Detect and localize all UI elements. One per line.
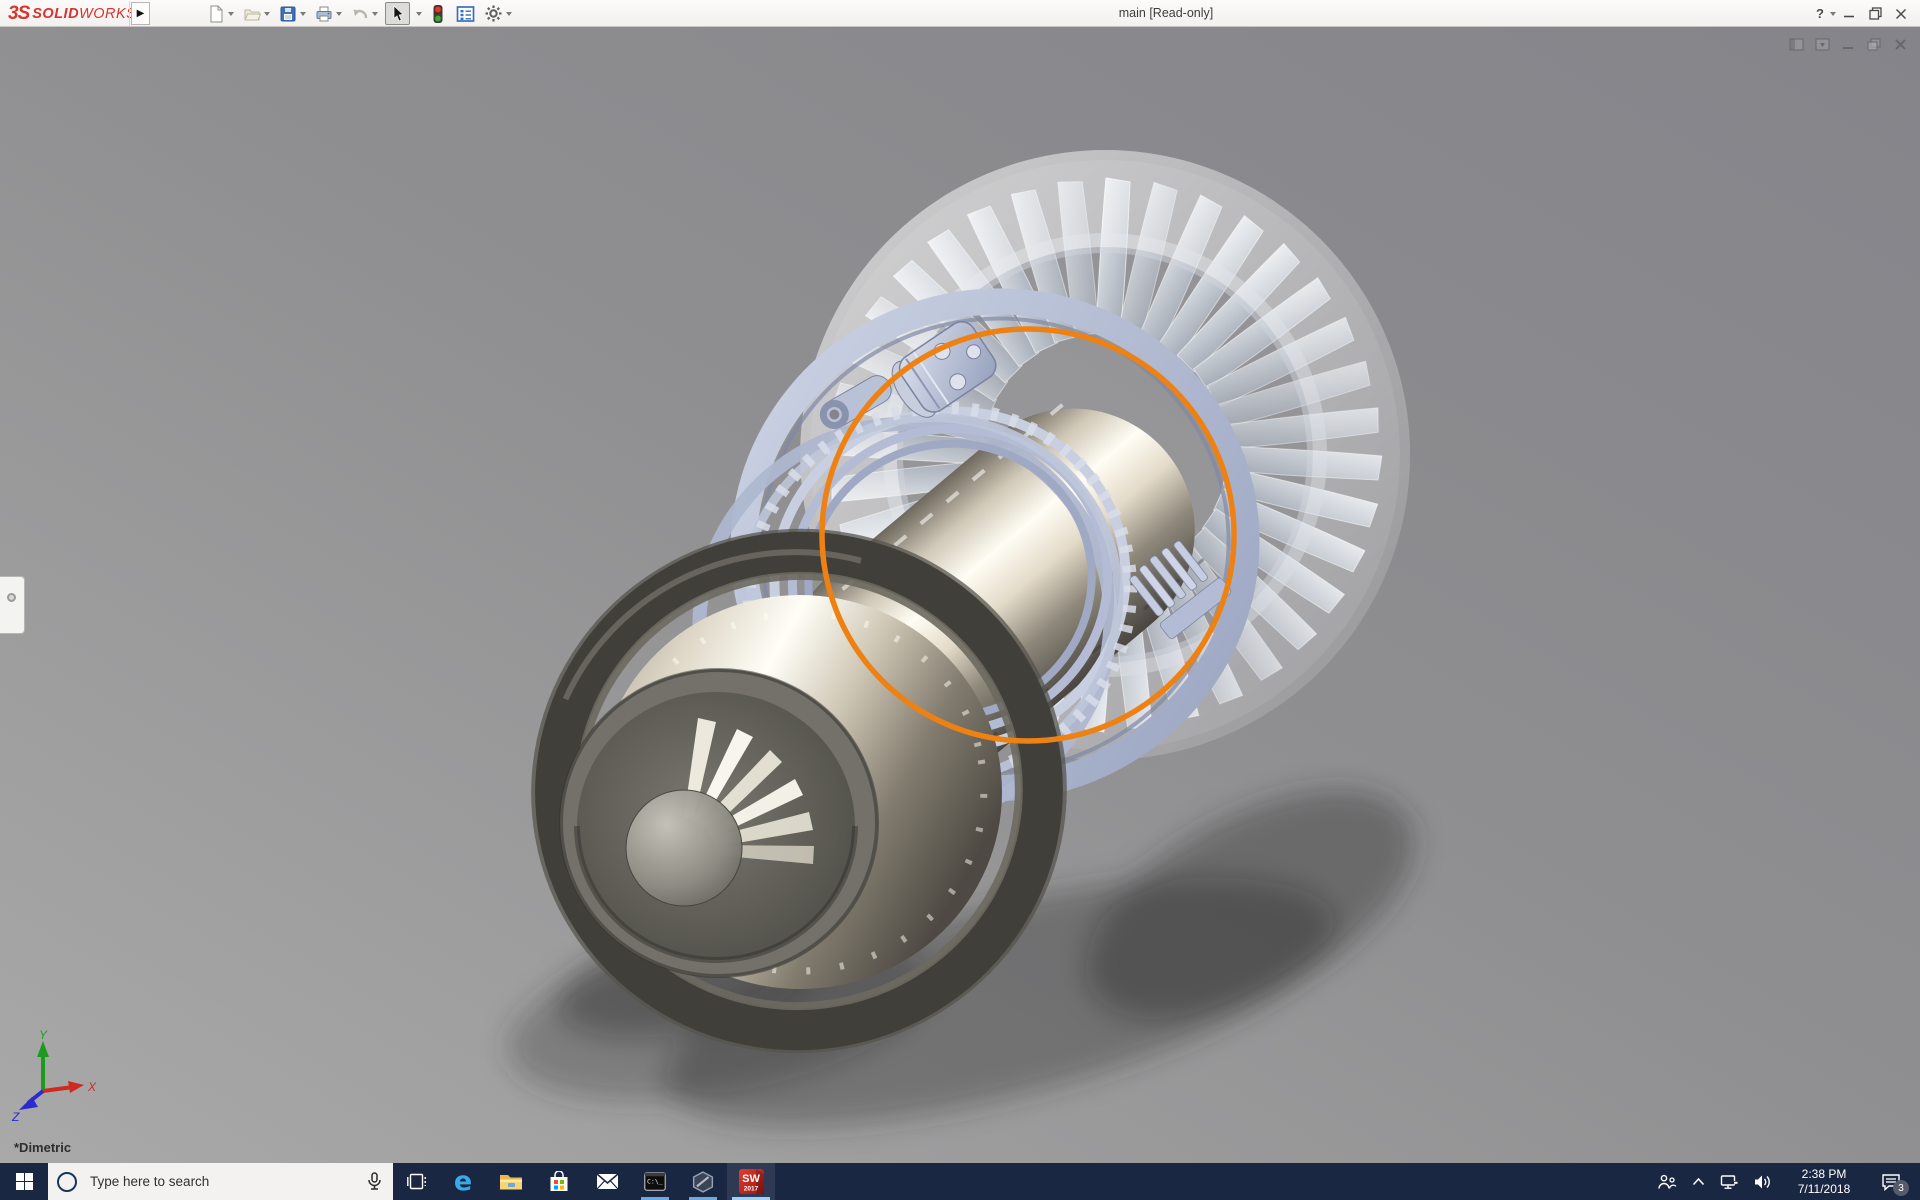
clock[interactable]: 2:38 PM 7/11/2018 [1780, 1163, 1868, 1200]
orientation-triad: Y X Z [11, 1029, 97, 1121]
panel-tab-dot-icon [7, 593, 16, 602]
dropdown-caret[interactable] [506, 11, 512, 16]
close-button[interactable] [1888, 0, 1914, 27]
search-placeholder: Type here to search [90, 1174, 210, 1189]
minimize-icon [1844, 15, 1854, 17]
rebuild-button[interactable] [427, 3, 449, 25]
dropdown-caret [372, 11, 378, 16]
minimize-button[interactable] [1836, 0, 1862, 27]
print-button[interactable] [313, 4, 344, 24]
menu-flyout-button[interactable]: ▶ [131, 2, 150, 25]
triad-x-label: X [87, 1080, 97, 1094]
triad-y-label: Y [39, 1029, 48, 1042]
collapsed-panel-tab[interactable] [0, 576, 25, 634]
tray-time: 2:38 PM [1801, 1166, 1847, 1181]
settings-button[interactable] [482, 3, 514, 24]
quick-access-toolbar [205, 0, 514, 27]
titlebar: 3S SOLID WORKS ▶ main [Read-only] ? [0, 0, 1920, 27]
network-icon [1720, 1174, 1738, 1189]
nose-sphere [625, 789, 743, 907]
open-icon [244, 9, 261, 20]
solidworks-window: 3S SOLID WORKS ▶ main [Read-only] ? Y X … [0, 0, 1920, 1200]
taskbar-app-file-explorer[interactable] [487, 1163, 535, 1200]
pane-down-icon[interactable] [1815, 37, 1830, 52]
windows-taskbar: Type here to search e C:\_ SW 2017 2:38 … [0, 1163, 1920, 1200]
help-button[interactable]: ? [1811, 0, 1829, 27]
command-prompt-icon: C:\_ [644, 1172, 666, 1191]
jet-engine-model[interactable] [0, 27, 1920, 1163]
new-document-button[interactable] [205, 4, 236, 24]
options-list-button[interactable] [454, 4, 477, 24]
hexagon-app-icon [692, 1170, 714, 1193]
child-minimize-icon[interactable] [1841, 37, 1856, 52]
dropdown-caret[interactable] [264, 11, 270, 16]
solidworks-logo: 3S SOLID WORKS [8, 2, 137, 24]
taskbar-app-hexagon[interactable] [679, 1163, 727, 1200]
triad-z-label: Z [11, 1110, 20, 1121]
undo-button [349, 4, 380, 24]
save-button[interactable] [277, 4, 308, 24]
select-tool-button[interactable] [385, 2, 410, 25]
child-close-icon[interactable] [1893, 37, 1908, 52]
select-arrow-icon [393, 5, 404, 22]
solidworks-app-icon: SW 2017 [738, 1169, 764, 1194]
taskbar-app-command-prompt[interactable]: C:\_ [631, 1163, 679, 1200]
mail-icon [595, 1173, 619, 1190]
ds-monogram: 3S [8, 2, 30, 24]
document-title: main [Read-only] [1118, 6, 1214, 20]
action-center-button[interactable]: 3 [1868, 1163, 1914, 1200]
people-icon [1657, 1174, 1676, 1189]
cmd-prompt-text: C:\_ [647, 1178, 663, 1186]
hidden-icons-button[interactable] [1684, 1163, 1712, 1200]
taskbar-app-solidworks[interactable]: SW 2017 [727, 1163, 775, 1200]
start-button[interactable] [0, 1163, 48, 1200]
view-orientation-label: *Dimetric [14, 1140, 72, 1155]
microphone-icon[interactable] [366, 1172, 383, 1191]
settings-gear-icon [485, 5, 502, 22]
sw-letters: SW [742, 1173, 760, 1185]
chevron-up-icon [1692, 1177, 1704, 1186]
taskbar-app-mail[interactable] [583, 1163, 631, 1200]
task-view-button[interactable] [393, 1163, 439, 1200]
graphics-viewport[interactable]: Y X Z *Dimetric [0, 27, 1920, 1163]
search-input[interactable]: Type here to search [48, 1163, 393, 1200]
speaker-icon [1755, 1175, 1770, 1188]
dropdown-caret[interactable] [336, 11, 342, 16]
print-icon [316, 6, 332, 21]
open-button[interactable] [241, 4, 272, 24]
volume-button[interactable] [1746, 1163, 1780, 1200]
restore-button[interactable] [1862, 0, 1888, 27]
child-restore-icon[interactable] [1867, 37, 1882, 52]
tray-date: 7/11/2018 [1797, 1181, 1851, 1196]
people-button[interactable] [1650, 1163, 1684, 1200]
select-dropdown-caret[interactable] [416, 11, 422, 16]
undo-icon [353, 9, 368, 18]
taskbar-app-edge[interactable]: e [439, 1163, 487, 1200]
dropdown-caret[interactable] [228, 11, 234, 16]
save-icon [280, 6, 296, 21]
edge-icon: e [453, 1166, 473, 1197]
options-list-icon [456, 5, 475, 22]
rebuild-traffic-light-icon [433, 4, 443, 23]
close-icon [1895, 8, 1907, 19]
cortana-icon [57, 1171, 77, 1192]
file-explorer-icon [500, 1174, 522, 1189]
network-button[interactable] [1712, 1163, 1746, 1200]
system-tray: 2:38 PM 7/11/2018 3 [1650, 1163, 1920, 1200]
notification-badge: 3 [1893, 1180, 1909, 1196]
sw-year: 2017 [743, 1186, 758, 1193]
pane-left-icon[interactable] [1789, 37, 1804, 52]
windows-logo-icon [15, 1173, 33, 1190]
store-icon [550, 1171, 568, 1191]
taskbar-app-store[interactable] [535, 1163, 583, 1200]
window-controls: ? [1811, 0, 1914, 27]
task-view-icon [406, 1173, 426, 1190]
restore-icon [1868, 7, 1882, 20]
dropdown-caret[interactable] [300, 11, 306, 16]
separator [129, 1, 130, 26]
child-window-controls [1789, 37, 1908, 52]
new-document-icon [210, 5, 223, 22]
flyout-arrow-icon: ▶ [136, 8, 145, 19]
